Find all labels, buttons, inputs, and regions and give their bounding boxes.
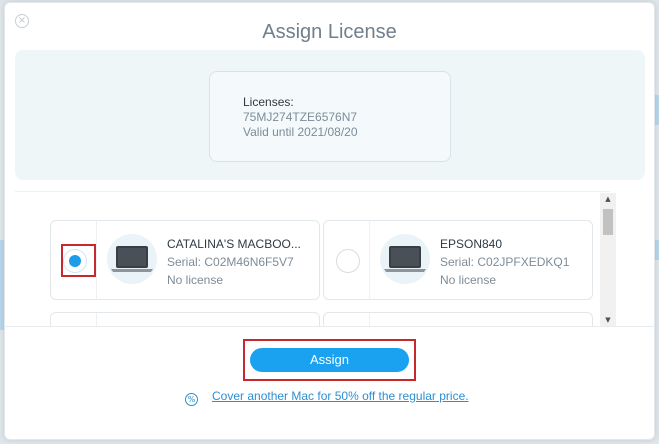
promo-row: % Cover another Mac for 50% off the regul… xyxy=(185,389,469,407)
device-list: CATALINA'S MACBOO... Serial: C02M46N6F5V… xyxy=(15,193,600,326)
scrollbar[interactable]: ▲ ▼ xyxy=(600,193,616,326)
scroll-up-arrow-icon[interactable]: ▲ xyxy=(600,193,616,205)
license-key: 75MJ274TZE6576N7 xyxy=(243,110,358,124)
radio-column xyxy=(324,221,370,299)
promo-link[interactable]: Cover another Mac for 50% off the regula… xyxy=(212,389,469,403)
license-validity: Valid until 2021/08/20 xyxy=(243,125,358,139)
assign-button[interactable]: Assign xyxy=(250,348,409,372)
device-serial: Serial: C02M46N6F5V7 xyxy=(167,255,294,269)
highlight-box: Assign xyxy=(243,339,416,381)
license-card: Licenses: 75MJ274TZE6576N7 Valid until 2… xyxy=(209,71,451,162)
scroll-thumb[interactable] xyxy=(603,209,613,235)
device-name: CATALINA'S MACBOO... xyxy=(167,237,301,251)
device-card-partial[interactable] xyxy=(323,312,593,326)
divider xyxy=(15,191,610,192)
highlight-box xyxy=(61,244,96,277)
assign-license-dialog: × Assign License Licenses: 75MJ274TZE657… xyxy=(4,2,655,440)
device-serial: Serial: C02JPFXEDKQ1 xyxy=(440,255,570,269)
divider xyxy=(5,326,654,327)
license-label: Licenses: xyxy=(243,95,294,109)
device-name: EPSON840 xyxy=(440,237,503,251)
device-radio[interactable] xyxy=(336,249,360,273)
device-card-partial[interactable] xyxy=(50,312,320,326)
macbook-icon xyxy=(107,234,157,284)
device-status: No license xyxy=(167,273,224,287)
macbook-icon xyxy=(380,234,430,284)
dialog-title: Assign License xyxy=(262,21,397,43)
device-card-epson840[interactable]: EPSON840 Serial: C02JPFXEDKQ1 No license xyxy=(323,220,593,300)
radio-column xyxy=(51,313,97,326)
radio-column xyxy=(324,313,370,326)
scroll-down-arrow-icon[interactable]: ▼ xyxy=(600,314,616,326)
license-panel: Licenses: 75MJ274TZE6576N7 Valid until 2… xyxy=(15,50,645,180)
discount-icon: % xyxy=(185,393,198,406)
device-status: No license xyxy=(440,273,497,287)
